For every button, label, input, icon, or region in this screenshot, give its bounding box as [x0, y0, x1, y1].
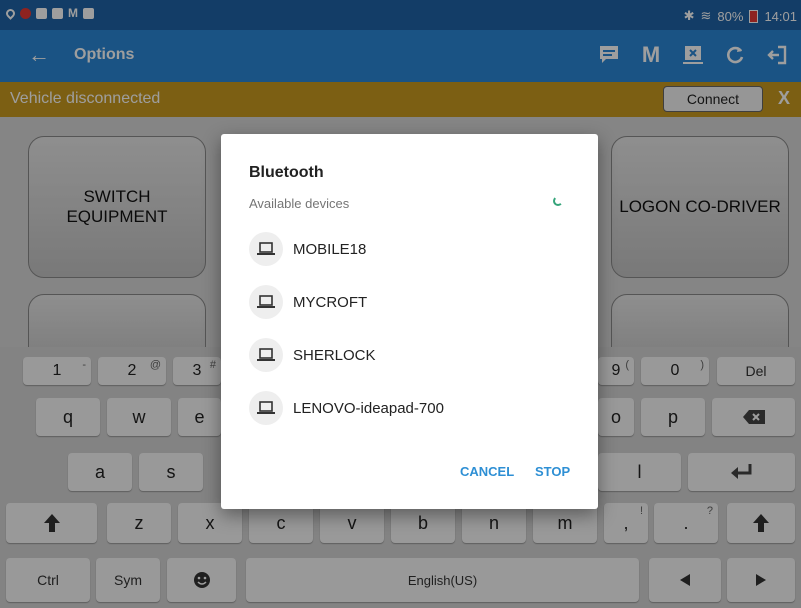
loading-spinner-icon — [553, 196, 563, 206]
bluetooth-dialog: Bluetooth Available devices MOBILE18 MYC… — [221, 134, 598, 509]
dialog-title: Bluetooth — [249, 164, 324, 181]
laptop-icon — [249, 338, 283, 372]
device-item[interactable]: MOBILE18 — [249, 229, 579, 269]
laptop-icon — [249, 232, 283, 266]
cancel-button[interactable]: CANCEL — [460, 464, 514, 479]
device-item[interactable]: SHERLOCK — [249, 335, 579, 375]
laptop-icon — [249, 285, 283, 319]
stop-button[interactable]: STOP — [535, 464, 570, 479]
device-name: SHERLOCK — [293, 346, 376, 364]
device-item[interactable]: LENOVO-ideapad-700 — [249, 388, 579, 428]
laptop-icon — [249, 391, 283, 425]
dialog-subtitle: Available devices — [249, 196, 350, 211]
device-item[interactable]: MYCROFT — [249, 282, 579, 322]
device-name: LENOVO-ideapad-700 — [293, 399, 444, 417]
device-name: MOBILE18 — [293, 240, 367, 258]
device-name: MYCROFT — [293, 293, 368, 311]
